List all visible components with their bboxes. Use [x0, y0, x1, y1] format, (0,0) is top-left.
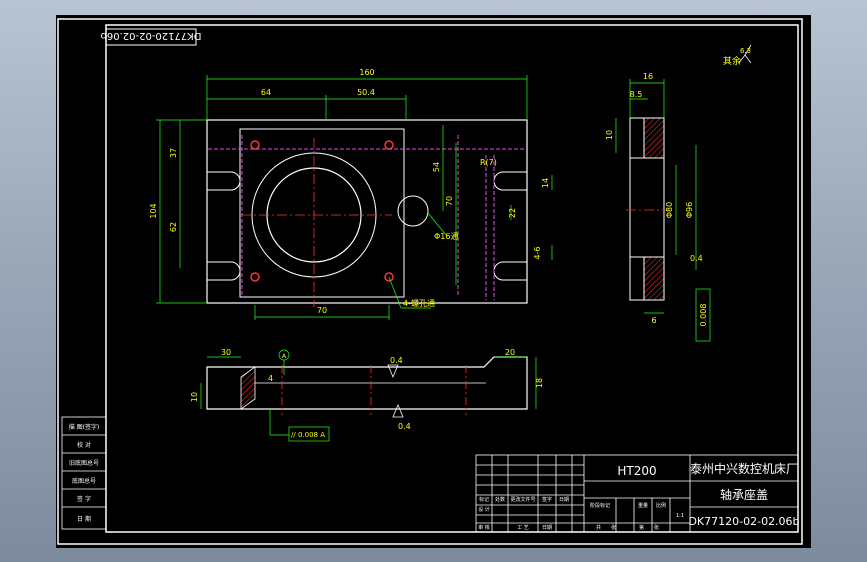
svg-text:签字: 签字 [542, 496, 552, 503]
svg-text:Φ80: Φ80 [665, 202, 674, 218]
front-view: 30 20 10 18 4 0.4 0.4 A // 0.008 A [190, 348, 544, 442]
svg-text:描 图(签字): 描 图(签字) [69, 423, 100, 431]
sheet-inner-border [105, 24, 799, 533]
svg-text:第: 第 [639, 524, 644, 531]
svg-text:共: 共 [596, 524, 601, 531]
svg-text:审 核: 审 核 [478, 524, 490, 531]
svg-text:30: 30 [221, 348, 231, 357]
svg-text:8.5: 8.5 [630, 90, 643, 99]
svg-text:日 期: 日 期 [77, 515, 91, 523]
roughness-other-value: 6.3 [740, 47, 751, 55]
svg-text:校 对: 校 对 [77, 441, 91, 449]
slot-bottom-right [493, 261, 527, 281]
svg-text:22: 22 [508, 208, 517, 218]
section-view: 16 8.5 10 Φ80 Φ96 6 0.4 0.008 [605, 72, 711, 342]
through-hole [397, 195, 429, 227]
svg-text:20: 20 [505, 348, 515, 357]
svg-text:104: 104 [149, 203, 158, 218]
svg-text:标记: 标记 [479, 496, 489, 503]
svg-text:70: 70 [317, 306, 327, 315]
svg-text:张: 张 [611, 524, 616, 531]
svg-text:设 计: 设 计 [478, 506, 490, 513]
svg-text:54: 54 [432, 162, 441, 172]
svg-text:Φ96: Φ96 [685, 202, 694, 218]
svg-text:6: 6 [651, 316, 656, 325]
plan-view: 160 64 50.4 104 37 62 70 54 70 14 22 4-6… [149, 68, 553, 320]
svg-text:更改文件号: 更改文件号 [510, 496, 535, 503]
svg-text:10: 10 [190, 392, 199, 402]
svg-text:37: 37 [169, 148, 178, 158]
svg-text:4-6: 4-6 [533, 246, 542, 259]
svg-text:旧底图总号: 旧底图总号 [69, 459, 99, 467]
svg-text:阶段标记: 阶段标记 [590, 502, 610, 509]
drawing-canvas: DK77120-02-02.06b 其余 6.3 160 64 50.4 104… [57, 18, 803, 545]
slot-bottom-left [207, 261, 241, 281]
svg-text:签 字: 签 字 [77, 495, 91, 503]
svg-text:16: 16 [643, 72, 653, 81]
slot-top-left [207, 171, 241, 191]
raised-pad-outline [239, 128, 405, 298]
slot-top-right [493, 171, 527, 191]
cad-viewport[interactable]: DK77120-02-02.06b 其余 6.3 160 64 50.4 104… [56, 15, 811, 548]
svg-text:0.4: 0.4 [398, 422, 411, 431]
bolt-hole-bl [250, 272, 260, 282]
svg-text:4-螺孔通: 4-螺孔通 [403, 298, 435, 308]
svg-text:比例: 比例 [656, 502, 666, 509]
svg-text:70: 70 [445, 196, 454, 206]
svg-text:1:1: 1:1 [676, 513, 684, 519]
left-column-table [61, 416, 107, 530]
svg-text:R(7): R(7) [480, 158, 497, 167]
part-name: 轴承座盖 [720, 487, 768, 502]
svg-text:14: 14 [541, 178, 550, 188]
svg-text:0.4: 0.4 [690, 254, 703, 263]
svg-text:64: 64 [261, 88, 271, 97]
svg-text:0.008: 0.008 [699, 304, 708, 327]
code-tag-text: DK77120-02-02.06b [101, 30, 202, 41]
drawing-number: DK77120-02-02.06b [688, 515, 799, 528]
svg-text:160: 160 [359, 68, 374, 77]
bolt-hole-tr [384, 140, 394, 150]
svg-text:重量: 重量 [638, 502, 648, 509]
svg-text:A: A [282, 353, 287, 360]
company-name: 泰州中兴数控机床厂 [690, 461, 798, 476]
svg-text:处数: 处数 [495, 496, 505, 503]
svg-text:0.4: 0.4 [390, 356, 403, 365]
svg-text:日期: 日期 [542, 525, 552, 531]
plate-outline [206, 119, 528, 304]
svg-text:50.4: 50.4 [357, 88, 375, 97]
roughness-other-label: 其余 [723, 55, 741, 67]
svg-text:62: 62 [169, 222, 178, 232]
svg-text:Φ16通: Φ16通 [434, 231, 458, 241]
svg-text:张: 张 [654, 524, 659, 531]
svg-text:日期: 日期 [559, 497, 569, 503]
svg-text:工 艺: 工 艺 [517, 525, 529, 531]
material-label: HT200 [617, 464, 656, 478]
svg-text:4: 4 [268, 374, 273, 383]
svg-text:10: 10 [605, 130, 614, 140]
bolt-hole-tl [250, 140, 260, 150]
svg-text:底图总号: 底图总号 [72, 477, 96, 485]
svg-text:// 0.008 A: // 0.008 A [291, 431, 325, 439]
svg-text:18: 18 [535, 378, 544, 388]
